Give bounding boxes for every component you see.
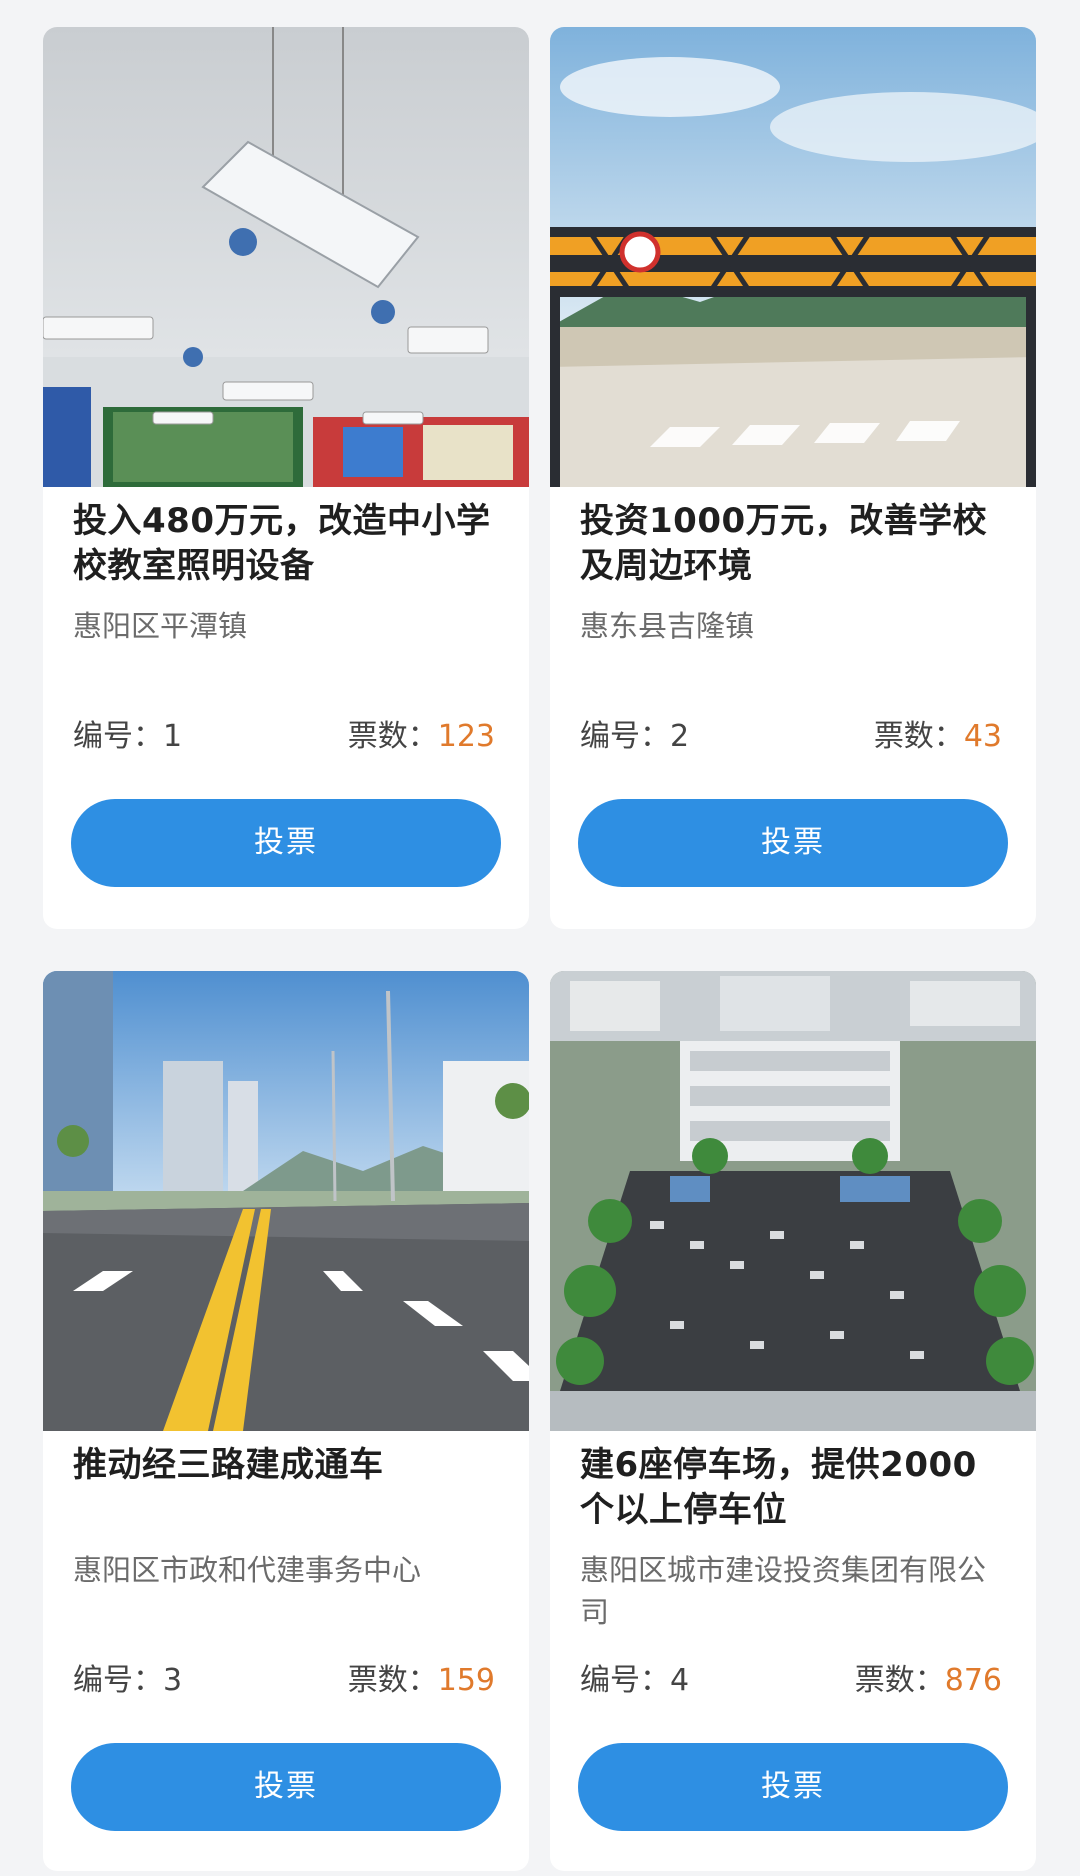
project-image[interactable] [550,971,1036,1431]
project-title: 推动经三路建成通车 [73,1445,384,1485]
project-image[interactable] [550,27,1036,487]
project-title: 投入480万元，改造中小学校教室照明设备 [73,501,491,586]
project-meta: 编号：4 票数：876 [580,1659,1002,1703]
project-number-label: 编号： [73,719,163,754]
project-title: 投资1000万元，改善学校及周边环境 [580,501,988,586]
project-number-value: 1 [163,719,183,754]
project-votes-label: 票数： [347,719,438,754]
project-vote-grid: 投入480万元，改造中小学校教室照明设备 惠阳区平潭镇 编号：1 票数：123 … [0,0,1080,1876]
project-number-value: 3 [163,1663,183,1698]
project-meta: 编号：2 票数：43 [580,715,1002,759]
project-organization: 惠阳区城市建设投资集团有限公司 [580,1553,987,1629]
project-image[interactable] [43,27,529,487]
project-number: 编号：4 [580,1659,689,1703]
project-title: 建6座停车场，提供2000个以上停车位 [580,1445,977,1530]
project-organization: 惠阳区市政和代建事务中心 [73,1553,422,1587]
project-votes-value: 159 [437,1663,495,1698]
project-votes-label: 票数： [873,719,964,754]
project-card[interactable]: 建6座停车场，提供2000个以上停车位 惠阳区城市建设投资集团有限公司 编号：4… [550,971,1036,1871]
project-number-label: 编号： [580,1663,670,1698]
project-organization: 惠阳区平潭镇 [73,609,248,643]
project-meta: 编号：1 票数：123 [73,715,495,759]
project-number: 编号：2 [580,715,689,759]
project-number-label: 编号： [73,1663,163,1698]
project-votes-label: 票数： [854,1663,945,1698]
project-organization: 惠东县吉隆镇 [580,609,755,643]
project-number: 编号：1 [73,715,182,759]
project-votes-value: 123 [437,719,495,754]
vote-button[interactable]: 投票 [578,799,1008,887]
project-votes: 票数：43 [874,715,1002,759]
project-votes: 票数：123 [348,715,495,759]
project-card[interactable]: 投资1000万元，改善学校及周边环境 惠东县吉隆镇 编号：2 票数：43 投票 [550,27,1036,929]
project-votes-label: 票数： [347,1663,438,1698]
height-limit-gate-photo [550,27,1036,487]
project-votes-value: 43 [963,719,1002,754]
project-number-label: 编号： [580,719,670,754]
project-card[interactable]: 投入480万元，改造中小学校教室照明设备 惠阳区平潭镇 编号：1 票数：123 … [43,27,529,929]
vote-button[interactable]: 投票 [71,1743,501,1831]
project-number: 编号：3 [73,1659,182,1703]
project-votes: 票数：876 [855,1659,1002,1703]
project-card[interactable]: 推动经三路建成通车 惠阳区市政和代建事务中心 编号：3 票数：159 投票 [43,971,529,1871]
new-road-photo [43,971,529,1431]
project-meta: 编号：3 票数：159 [73,1659,495,1703]
parking-lot-aerial-photo [550,971,1036,1431]
project-number-value: 2 [670,719,690,754]
classroom-lighting-photo [43,27,529,487]
vote-button[interactable]: 投票 [578,1743,1008,1831]
project-votes: 票数：159 [348,1659,495,1703]
project-number-value: 4 [670,1663,690,1698]
project-image[interactable] [43,971,529,1431]
project-votes-value: 876 [944,1663,1002,1698]
vote-button[interactable]: 投票 [71,799,501,887]
